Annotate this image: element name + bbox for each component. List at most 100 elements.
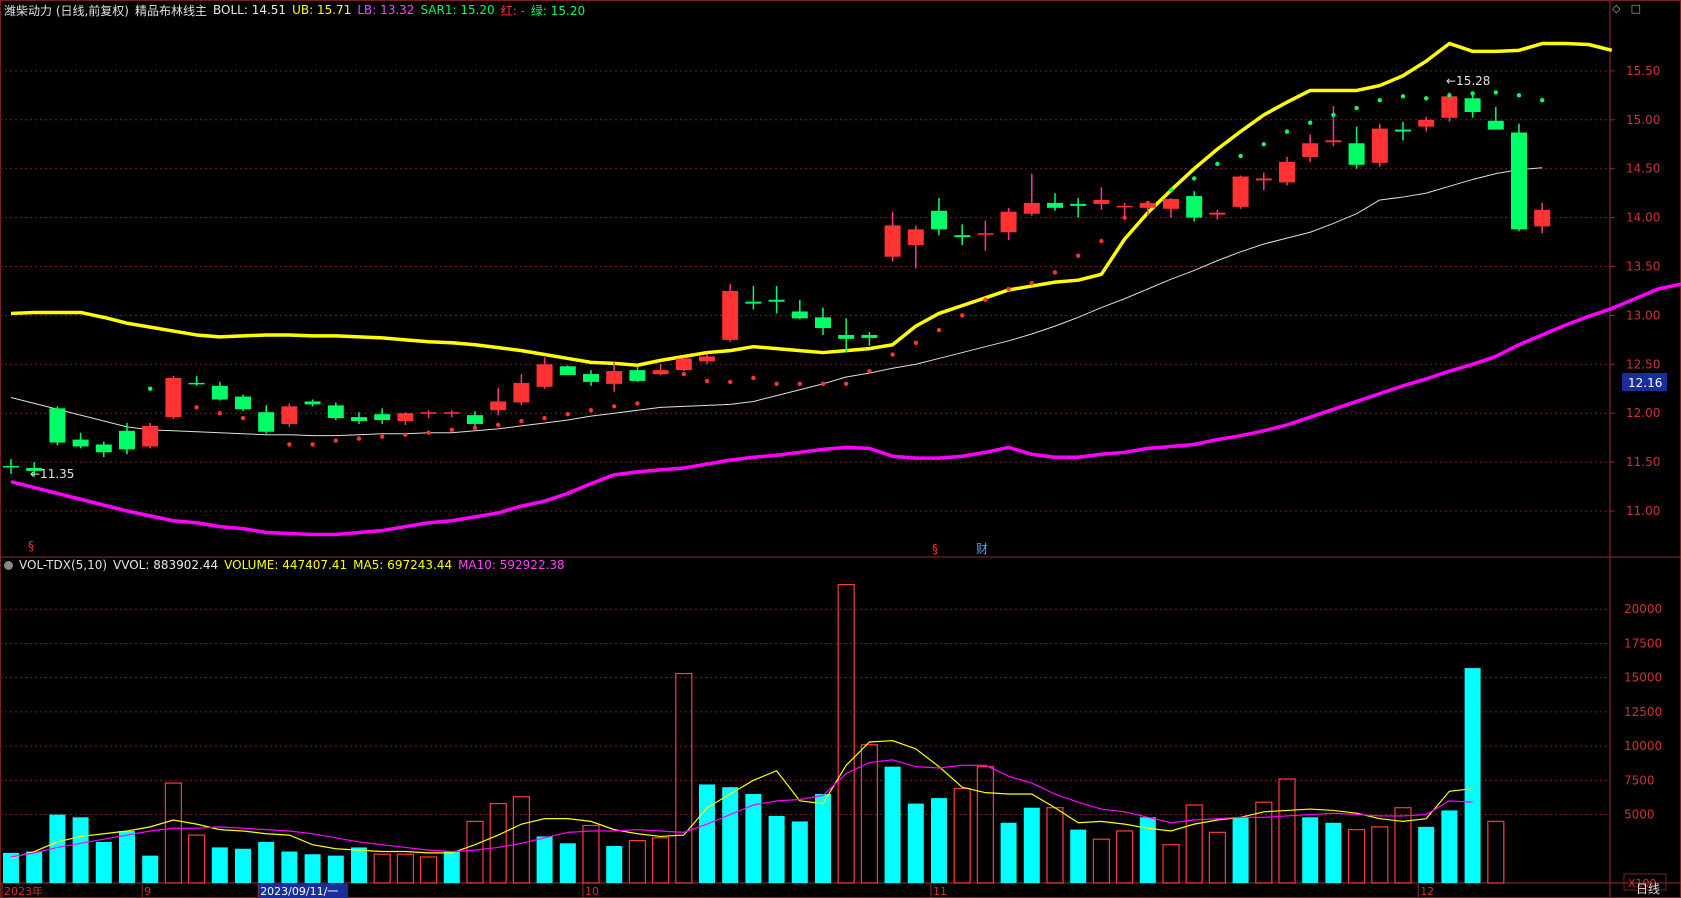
sar-dot bbox=[751, 375, 756, 381]
volume-bar bbox=[1278, 778, 1296, 884]
candle-body bbox=[699, 356, 715, 362]
candle bbox=[351, 412, 367, 424]
candle bbox=[884, 211, 901, 262]
sar-dot bbox=[588, 408, 594, 413]
sar-dot bbox=[449, 427, 454, 433]
volume-bar bbox=[651, 837, 670, 884]
candle bbox=[142, 422, 159, 449]
volume-tick-label: 20000 bbox=[1624, 602, 1662, 616]
volume-bar bbox=[907, 803, 924, 883]
volume-bar bbox=[675, 672, 693, 884]
sar-dot bbox=[217, 410, 222, 416]
candle bbox=[72, 432, 89, 449]
date-tick-label: 12 bbox=[1420, 885, 1434, 898]
sar-dot bbox=[612, 404, 617, 409]
sar-dot bbox=[403, 432, 408, 437]
volume-tick-label: 17500 bbox=[1624, 636, 1662, 650]
candle bbox=[1047, 193, 1063, 211]
sar-dot bbox=[148, 386, 153, 391]
price-tick-label: 14.50 bbox=[1626, 162, 1660, 176]
volume-tick-label: 15000 bbox=[1624, 671, 1662, 685]
sar-dot bbox=[1052, 270, 1058, 275]
sar-dot bbox=[774, 381, 779, 387]
volume-bar bbox=[1162, 844, 1180, 884]
candle bbox=[258, 405, 275, 434]
volume-bar bbox=[1115, 830, 1134, 884]
candle-body bbox=[3, 466, 19, 468]
sar-dot bbox=[194, 405, 199, 410]
candle-body bbox=[1232, 176, 1249, 207]
date-tick-label: 2023/09/11/一 bbox=[260, 885, 338, 898]
candle bbox=[861, 332, 878, 346]
low-price-mark: ←11.35 bbox=[30, 467, 74, 481]
candle-body bbox=[49, 408, 66, 443]
candle-body bbox=[931, 210, 947, 230]
volume-bar bbox=[304, 854, 321, 883]
volume-bar bbox=[628, 839, 647, 884]
candle bbox=[1232, 175, 1249, 209]
candle bbox=[675, 357, 692, 372]
volume-bar bbox=[1394, 807, 1412, 884]
event-marker-s1[interactable]: § bbox=[28, 539, 34, 553]
candle bbox=[188, 376, 205, 386]
candle-body bbox=[420, 412, 437, 414]
chart-canvas[interactable]: 15.50 15.00 14.50 14.00 13.50 13.00 12.50 12.00… bbox=[0, 0, 1681, 898]
candle-body bbox=[1371, 128, 1388, 163]
price-tick-label: 11.00 bbox=[1626, 504, 1660, 518]
sar-dot bbox=[1215, 161, 1220, 167]
sar-dot bbox=[1168, 188, 1174, 193]
candle bbox=[1255, 172, 1272, 191]
candle bbox=[1464, 94, 1481, 118]
volume-bar bbox=[235, 848, 251, 883]
date-tick-label: 9 bbox=[144, 885, 151, 898]
event-marker-finance[interactable]: 财 bbox=[976, 542, 988, 556]
sar-dot bbox=[1076, 253, 1081, 258]
candle-body bbox=[1348, 143, 1365, 165]
candle-body bbox=[467, 415, 483, 424]
candle bbox=[1418, 116, 1435, 132]
sar-dot bbox=[1029, 280, 1035, 286]
sar-dots bbox=[148, 90, 1545, 447]
sar-dot bbox=[565, 411, 570, 417]
candle bbox=[1023, 173, 1040, 216]
candle bbox=[745, 286, 762, 310]
candle bbox=[931, 198, 947, 236]
candle bbox=[327, 402, 344, 421]
sar-dot bbox=[1354, 105, 1359, 111]
volume-bar bbox=[512, 796, 531, 884]
candle-body bbox=[1000, 211, 1017, 233]
volume-bar bbox=[3, 852, 19, 883]
candle bbox=[791, 299, 808, 320]
volume-tick-label: 10000 bbox=[1624, 739, 1662, 753]
candle bbox=[1163, 198, 1179, 218]
candle-body bbox=[1487, 120, 1504, 130]
price-tick-label: 11.50 bbox=[1626, 455, 1660, 469]
volume-bar bbox=[466, 820, 484, 884]
sar-dot bbox=[797, 381, 802, 387]
candle bbox=[536, 357, 553, 389]
volume-bar bbox=[95, 841, 112, 883]
period-label[interactable]: 日线 bbox=[1636, 882, 1660, 896]
candle-body bbox=[443, 412, 460, 414]
volume-bar bbox=[699, 784, 715, 883]
sar-dot bbox=[635, 401, 640, 406]
volume-bar bbox=[1070, 829, 1087, 883]
sar-dot bbox=[472, 425, 478, 431]
sar-dot bbox=[1145, 200, 1151, 206]
volume-bar bbox=[211, 847, 228, 883]
sar-dot bbox=[1447, 93, 1452, 98]
event-marker-s2[interactable]: § bbox=[932, 542, 938, 556]
volume-bar bbox=[722, 787, 739, 883]
date-tick-label: 10 bbox=[585, 885, 599, 898]
candle-body bbox=[838, 334, 855, 339]
candle bbox=[3, 459, 19, 474]
date-tick-label: 11 bbox=[933, 885, 947, 898]
sar-dot bbox=[913, 340, 918, 345]
candle bbox=[606, 361, 623, 392]
volume-bar bbox=[258, 841, 275, 883]
volume-bar bbox=[142, 855, 159, 883]
price-tick-label: 13.50 bbox=[1626, 259, 1660, 273]
candle bbox=[954, 224, 971, 245]
price-tick-label: 12.00 bbox=[1626, 406, 1660, 420]
volume-bar bbox=[931, 798, 947, 883]
